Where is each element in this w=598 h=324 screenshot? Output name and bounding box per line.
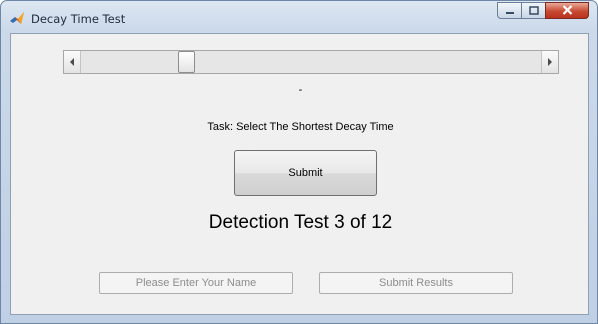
submit-results-button[interactable]: Submit Results — [319, 272, 513, 294]
task-label: Task: Select The Shortest Decay Time — [207, 121, 394, 133]
maximize-icon — [528, 2, 539, 20]
slider-value-label: - — [298, 84, 303, 96]
enter-name-button[interactable]: Please Enter Your Name — [99, 272, 293, 294]
maximize-button[interactable] — [521, 2, 546, 19]
close-button[interactable] — [545, 2, 589, 19]
figure-panel: - Task: Select The Shortest Decay Time S… — [10, 33, 589, 315]
slider-thumb[interactable] — [178, 51, 195, 73]
arrow-right-icon — [547, 53, 553, 71]
detection-progress-label: Detection Test 3 of 12 — [208, 212, 393, 233]
matlab-icon — [9, 10, 25, 26]
slider-track[interactable] — [81, 51, 541, 73]
minimize-icon — [505, 2, 515, 20]
arrow-left-icon — [69, 53, 75, 71]
submit-button[interactable]: Submit — [234, 150, 377, 196]
app-window: Decay Time Test - Task: Select The Short… — [0, 0, 598, 324]
close-icon — [562, 2, 573, 20]
caption-buttons — [497, 2, 589, 20]
decay-slider[interactable] — [63, 50, 559, 74]
window-title: Decay Time Test — [31, 12, 126, 26]
title-bar[interactable]: Decay Time Test — [1, 1, 597, 33]
minimize-button[interactable] — [497, 2, 522, 19]
slider-right-button[interactable] — [541, 51, 558, 73]
slider-left-button[interactable] — [64, 51, 81, 73]
